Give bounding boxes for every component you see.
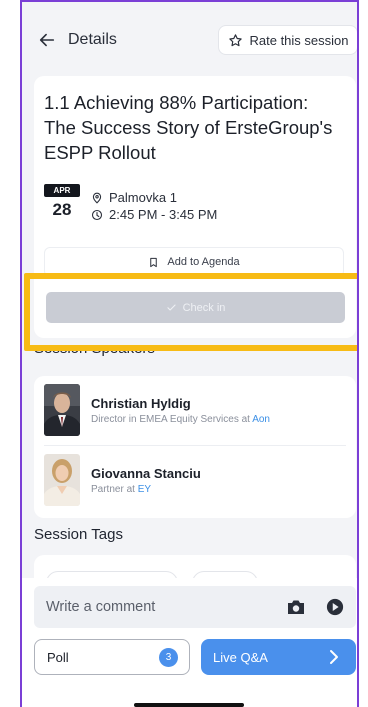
speaker-company-link[interactable]: EY — [138, 484, 151, 495]
session-title: 1.1 Achieving 88% Participation: The Suc… — [44, 92, 333, 163]
rate-session-label: Rate this session — [249, 32, 349, 48]
back-button[interactable]: Details — [38, 26, 118, 54]
page-title: Details — [68, 31, 117, 48]
bottom-bar: Poll 3 Live Q&A — [22, 578, 357, 707]
location-text: Palmovka 1 — [109, 190, 177, 205]
speaker-item[interactable]: Christian Hyldig Director in EMEA Equity… — [44, 382, 346, 438]
camera-icon[interactable] — [286, 598, 306, 616]
comment-input[interactable] — [34, 586, 274, 628]
chevron-right-icon — [330, 650, 338, 664]
speakers-card: Christian Hyldig Director in EMEA Equity… — [34, 376, 356, 518]
live-qa-button[interactable]: Live Q&A — [201, 639, 356, 675]
speaker-name: Christian Hyldig — [91, 395, 191, 411]
speaker-photo — [44, 384, 80, 436]
time-row: 2:45 PM - 3:45 PM — [91, 207, 217, 222]
header: Details Rate this session — [22, 2, 357, 74]
poll-label: Poll — [47, 649, 69, 665]
highlight-box — [24, 273, 357, 351]
rate-session-button[interactable]: Rate this session — [218, 25, 357, 55]
star-icon — [228, 33, 242, 46]
add-to-agenda-label: Add to Agenda — [167, 256, 240, 268]
poll-count-badge: 3 — [159, 648, 178, 667]
location-row: Palmovka 1 — [91, 190, 177, 205]
clock-icon — [91, 209, 103, 220]
send-icon[interactable] — [326, 598, 344, 616]
live-qa-label: Live Q&A — [213, 649, 268, 665]
time-text: 2:45 PM - 3:45 PM — [109, 207, 218, 222]
arrow-left-icon — [39, 33, 55, 47]
speaker-company-link[interactable]: Aon — [252, 414, 270, 425]
speaker-item[interactable]: Giovanna Stanciu Partner at EY — [44, 452, 346, 508]
home-indicator — [134, 703, 244, 707]
app-frame: Details Rate this session 1.1 Achieving … — [20, 0, 359, 707]
date-day: 28 — [52, 200, 72, 219]
speaker-photo — [44, 454, 80, 506]
divider — [44, 445, 346, 446]
speaker-role: Director in EMEA Equity Services at Aon — [91, 413, 270, 425]
tags-heading: Session Tags — [34, 526, 123, 543]
date-badge: APR 28 — [44, 184, 80, 226]
poll-button[interactable]: Poll 3 — [34, 639, 190, 675]
comment-box — [34, 586, 356, 628]
location-pin-icon — [92, 192, 102, 204]
date-month: APR — [44, 184, 80, 197]
speaker-role: Partner at EY — [91, 483, 152, 495]
speaker-name: Giovanna Stanciu — [91, 465, 201, 481]
bookmark-icon — [150, 257, 158, 267]
